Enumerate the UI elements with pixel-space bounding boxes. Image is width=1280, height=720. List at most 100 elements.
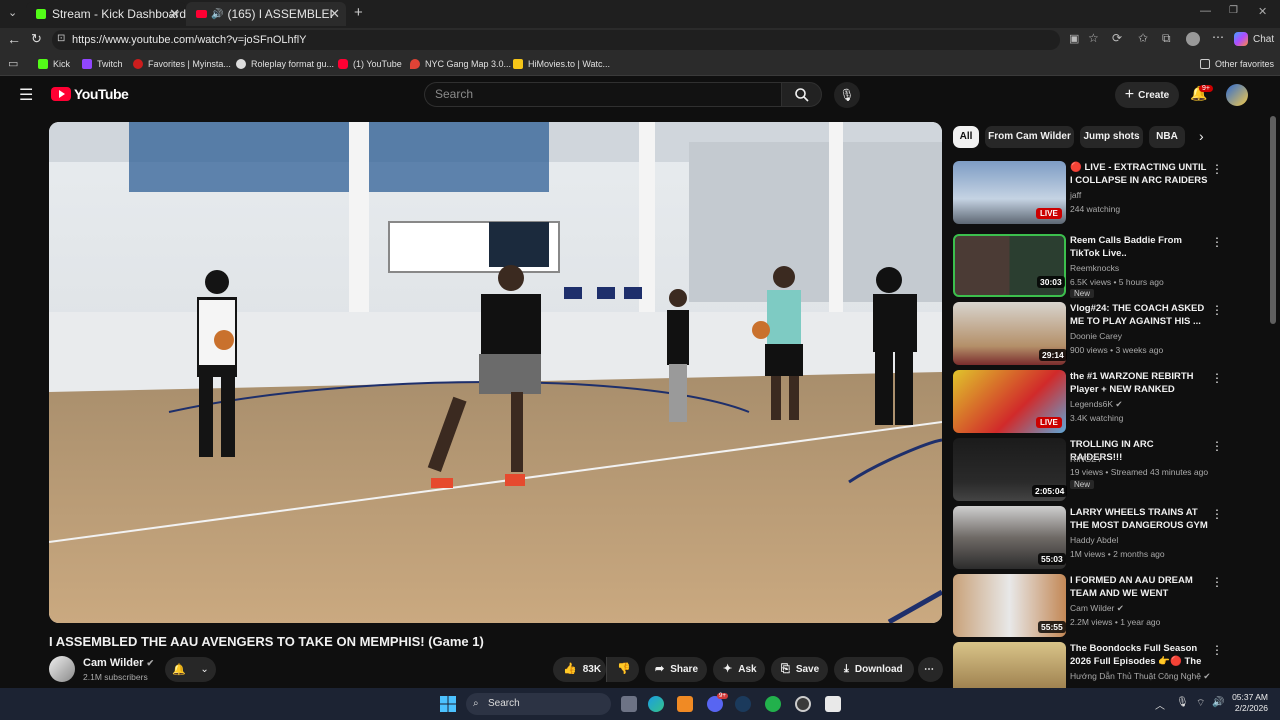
bookmark-himovies[interactable]: HiMovies.to | Watc... xyxy=(513,56,610,72)
tab-youtube-video[interactable]: 🔊 (165) I ASSEMBLED THE AAU ✕ xyxy=(186,2,346,26)
ask-button[interactable]: ✦ Ask xyxy=(713,657,765,682)
video-title[interactable]: LARRY WHEELS TRAINS AT THE MOST DANGEROU… xyxy=(1070,506,1208,533)
tab-strip-icon[interactable]: ▭ xyxy=(8,57,18,70)
more-menu-icon[interactable]: ⋯ xyxy=(1212,30,1224,44)
volume-icon[interactable]: 🔊 xyxy=(1212,697,1224,708)
recommended-video[interactable]: 2:05:04 TROLLING IN ARC RAIDERS!!! RINGZ… xyxy=(953,438,1223,502)
subscribe-bell-button[interactable]: 🔔 ⌄ xyxy=(165,657,216,682)
back-icon[interactable]: ← xyxy=(7,31,21,47)
minimize-icon[interactable]: — xyxy=(1200,5,1211,17)
copilot-icon[interactable] xyxy=(1234,32,1248,46)
url-field[interactable]: https://www.youtube.com/watch?v=joSFnOLh… xyxy=(52,30,1060,50)
chip-all[interactable]: All xyxy=(953,126,979,148)
channel-name[interactable]: Cam Wilder ✔ xyxy=(1070,603,1124,614)
video-title[interactable]: Reem Calls Baddie From TikTok Live.. xyxy=(1070,234,1208,260)
recommended-video[interactable]: LIVE the #1 WARZONE REBIRTH Player + NEW… xyxy=(953,370,1223,434)
site-info-icon[interactable]: ⊡ xyxy=(57,33,65,44)
more-actions-icon[interactable]: ⋮ xyxy=(1211,235,1223,249)
chip-from-cam-wilder[interactable]: From Cam Wilder xyxy=(985,126,1074,148)
dislike-button[interactable]: 👎 xyxy=(606,657,639,682)
close-tab-icon[interactable]: ✕ xyxy=(329,6,340,22)
profile-avatar[interactable] xyxy=(1186,32,1200,46)
reader-icon[interactable]: ▣ xyxy=(1069,32,1079,45)
more-actions-icon[interactable]: ⋮ xyxy=(1211,575,1223,589)
extensions-icon[interactable]: ⟳ xyxy=(1112,31,1122,45)
chevron-right-icon[interactable]: › xyxy=(1199,128,1204,144)
xbox-icon[interactable] xyxy=(765,696,781,712)
hamburger-menu-icon[interactable]: ☰ xyxy=(19,85,33,105)
bookmark-other-favorites[interactable]: Other favorites xyxy=(1200,56,1274,72)
tray-chevron-icon[interactable]: ︿ xyxy=(1155,697,1165,712)
like-button[interactable]: 👍 83K xyxy=(553,657,606,682)
recommended-video[interactable]: The Boondocks Full Season 2026 Full Epis… xyxy=(953,642,1223,688)
bookmark-youtube[interactable]: (1) YouTube xyxy=(338,56,402,72)
video-title[interactable]: 🔴 LIVE - EXTRACTING UNTIL I COLLAPSE IN … xyxy=(1070,161,1208,188)
taskbar-search[interactable]: ⌕ Search xyxy=(466,693,611,715)
new-tab-icon[interactable]: + xyxy=(354,4,363,21)
recommended-video[interactable]: 55:03 LARRY WHEELS TRAINS AT THE MOST DA… xyxy=(953,506,1223,570)
obs-icon[interactable] xyxy=(795,696,811,712)
speaker-icon[interactable]: 🔊 xyxy=(211,9,223,20)
video-title[interactable]: I FORMED AN AAU DREAM TEAM AND WE WENT I… xyxy=(1070,574,1208,601)
bookmark-twitch[interactable]: Twitch xyxy=(82,56,123,72)
scrollbar[interactable] xyxy=(1270,116,1276,324)
tab-actions-icon[interactable]: ⌄ xyxy=(8,6,17,19)
video-title[interactable]: the #1 WARZONE REBIRTH Player + NEW RANK… xyxy=(1070,370,1208,397)
recommended-video[interactable]: 29:14 Vlog#24: THE COACH ASKED ME TO PLA… xyxy=(953,302,1223,366)
youtube-logo[interactable]: YouTube xyxy=(51,86,129,102)
more-actions-icon[interactable]: ⋮ xyxy=(1211,507,1223,521)
microphone-icon[interactable]: 🎙 xyxy=(1176,697,1189,708)
bookmark-kick[interactable]: Kick xyxy=(38,56,70,72)
download-button[interactable]: ⤓ Download xyxy=(834,657,914,682)
bookmark-favorites-myinsta[interactable]: Favorites | Myinsta... xyxy=(133,56,231,72)
search-input[interactable]: Search xyxy=(424,82,782,107)
channel-name[interactable]: Hướng Dẫn Thủ Thuật Công Nghệ ✔ xyxy=(1070,671,1210,682)
channel-name[interactable]: Haddy Abdel xyxy=(1070,535,1118,545)
task-view-icon[interactable] xyxy=(621,696,637,712)
video-title[interactable]: Vlog#24: THE COACH ASKED ME TO PLAY AGAI… xyxy=(1070,302,1208,328)
channel-name[interactable]: Cam Wilder ✔ xyxy=(83,657,154,669)
mic-button[interactable]: 🎙 xyxy=(834,82,860,108)
search-button[interactable] xyxy=(781,82,822,107)
channel-name[interactable]: Reemknocks xyxy=(1070,263,1119,273)
save-button[interactable]: ⎘ Save xyxy=(771,657,828,682)
more-actions-icon[interactable]: ⋮ xyxy=(1211,303,1223,317)
tab-kick-dashboard[interactable]: Stream - Kick Dashboard ✕ xyxy=(26,2,186,26)
recommended-video[interactable]: LIVE 🔴 LIVE - EXTRACTING UNTIL I COLLAPS… xyxy=(953,161,1223,225)
wifi-icon[interactable]: ⌔ xyxy=(1196,697,1205,710)
favorites-icon[interactable]: ✩ xyxy=(1138,31,1148,45)
refresh-icon[interactable]: ↻ xyxy=(31,31,42,47)
recommended-video[interactable]: 30:03 Reem Calls Baddie From TikTok Live… xyxy=(953,234,1223,298)
channel-name[interactable]: RINGZY xyxy=(1070,454,1102,464)
bookmark-nyc-gang-map[interactable]: NYC Gang Map 3.0... xyxy=(410,56,511,72)
edge-icon[interactable] xyxy=(648,696,664,712)
video-thumbnail[interactable] xyxy=(953,642,1066,688)
create-button[interactable]: + Create xyxy=(1115,82,1179,108)
bookmark-roleplay[interactable]: Roleplay format gu... xyxy=(236,56,334,72)
close-window-icon[interactable]: ✕ xyxy=(1258,5,1267,18)
more-actions-icon[interactable]: ⋮ xyxy=(1211,371,1223,385)
favorite-star-icon[interactable]: ☆ xyxy=(1088,31,1099,45)
chip-nba[interactable]: NBA xyxy=(1149,126,1185,148)
video-title[interactable]: The Boondocks Full Season 2026 Full Epis… xyxy=(1070,642,1208,669)
app-orange-icon[interactable] xyxy=(677,696,693,712)
more-actions-button[interactable]: ⋯ xyxy=(918,657,943,682)
recommended-video[interactable]: 55:55 I FORMED AN AAU DREAM TEAM AND WE … xyxy=(953,574,1223,638)
system-clock[interactable]: 05:37 AM 2/2/2026 xyxy=(1232,692,1268,714)
channel-name[interactable]: Doonie Carey xyxy=(1070,331,1122,341)
more-actions-icon[interactable]: ⋮ xyxy=(1211,643,1223,657)
chip-jump-shots[interactable]: Jump shots xyxy=(1080,126,1143,148)
share-button[interactable]: ➦ Share xyxy=(645,657,707,682)
close-tab-icon[interactable]: ✕ xyxy=(169,6,180,22)
windows-start-icon[interactable] xyxy=(440,696,456,712)
file-icon[interactable] xyxy=(825,696,841,712)
more-actions-icon[interactable]: ⋮ xyxy=(1211,439,1223,453)
more-actions-icon[interactable]: ⋮ xyxy=(1211,162,1223,176)
collections-icon[interactable]: ⧉ xyxy=(1162,31,1171,46)
channel-avatar[interactable] xyxy=(49,656,75,682)
channel-name[interactable]: jaff xyxy=(1070,190,1081,200)
steam-icon[interactable] xyxy=(735,696,751,712)
account-avatar[interactable] xyxy=(1226,84,1248,106)
restore-icon[interactable]: ❐ xyxy=(1229,5,1238,16)
channel-name[interactable]: Legends6K ✔ xyxy=(1070,399,1123,410)
